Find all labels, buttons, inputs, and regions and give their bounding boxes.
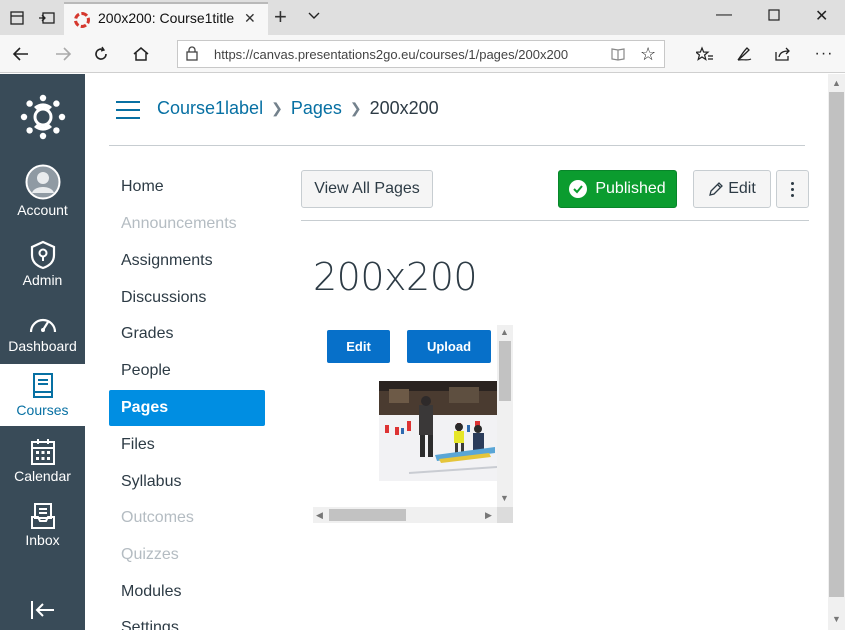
page-scroll-up-arrow-icon[interactable]: ▲: [832, 78, 841, 88]
course-nav-people[interactable]: People: [109, 353, 265, 389]
course-nav-files[interactable]: Files: [109, 427, 265, 463]
global-nav-admin[interactable]: Admin: [0, 234, 85, 292]
header-divider: [109, 145, 805, 146]
course-nav-home[interactable]: Home: [109, 169, 265, 205]
home-icon[interactable]: [130, 43, 152, 65]
scroll-right-arrow-icon[interactable]: ▶: [485, 510, 492, 521]
pen-notes-icon[interactable]: [733, 43, 755, 65]
course-nav-outcomes[interactable]: Outcomes: [109, 500, 265, 536]
set-tabs-aside-icon[interactable]: [36, 7, 58, 29]
global-nav-courses[interactable]: Courses: [0, 364, 85, 426]
tab-actions-icon[interactable]: [6, 7, 28, 29]
page-scroll-down-arrow-icon[interactable]: ▼: [832, 614, 841, 624]
chevron-right-icon: ❯: [349, 100, 362, 116]
scroll-left-arrow-icon[interactable]: ◀: [316, 510, 323, 521]
canvas-favicon-icon: [74, 12, 90, 28]
course-nav-discussions[interactable]: Discussions: [109, 280, 265, 316]
browser-navbar: https://canvas.presentations2go.eu/cours…: [0, 35, 845, 73]
page-scroll-thumb[interactable]: [829, 92, 844, 597]
embed-horizontal-scrollbar[interactable]: ◀ ▶: [313, 507, 497, 523]
embed-horizontal-scroll-thumb[interactable]: [329, 509, 406, 521]
favorites-list-icon[interactable]: [694, 43, 716, 65]
global-nav-dashboard[interactable]: Dashboard: [0, 300, 85, 358]
course-nav-modules[interactable]: Modules: [109, 574, 265, 610]
user-avatar-icon: [0, 164, 85, 200]
global-nav-inbox[interactable]: Inbox: [0, 494, 85, 552]
tab-title: 200x200: Course1title: [98, 10, 235, 26]
forward-arrow-icon[interactable]: [52, 43, 74, 65]
global-nav-label: Dashboard: [8, 338, 77, 354]
global-nav-label: Admin: [22, 272, 63, 288]
embedded-media-frame[interactable]: Edit Upload ▲ ▼ ◀ ▶: [313, 325, 513, 523]
dashboard-gauge-icon: [0, 300, 85, 336]
page-vertical-scrollbar[interactable]: ▲ ▼: [828, 74, 845, 630]
course-menu-toggle-icon[interactable]: [116, 101, 140, 119]
breadcrumb: Course1label ❯ Pages ❯ 200x200: [157, 98, 439, 119]
check-circle-icon: [569, 180, 588, 198]
new-tab-icon[interactable]: +: [274, 4, 287, 30]
close-window-icon[interactable]: ✕: [815, 6, 828, 26]
back-arrow-icon[interactable]: [10, 43, 32, 65]
lock-icon: [186, 46, 198, 66]
breadcrumb-course[interactable]: Course1label: [157, 98, 263, 118]
calendar-icon: [0, 430, 85, 466]
global-nav-label: Inbox: [25, 532, 60, 548]
view-all-pages-button[interactable]: View All Pages: [301, 170, 433, 208]
embed-edit-button[interactable]: Edit: [327, 330, 390, 363]
canvas-logo-icon[interactable]: [20, 94, 66, 140]
maximize-icon[interactable]: [768, 6, 780, 26]
global-nav-calendar[interactable]: Calendar: [0, 430, 85, 488]
scrollbar-corner: [497, 507, 513, 523]
browser-tab-active[interactable]: 200x200: Course1title ✕: [64, 2, 268, 35]
course-nav-pages[interactable]: Pages: [109, 390, 265, 426]
chevron-right-icon: ❯: [271, 100, 283, 116]
course-nav-assignments[interactable]: Assignments: [109, 243, 265, 279]
global-nav-label: Account: [17, 202, 68, 218]
pencil-icon: [708, 181, 724, 197]
refresh-icon[interactable]: [90, 43, 112, 65]
book-icon: [0, 364, 85, 400]
published-button[interactable]: Published: [558, 170, 677, 208]
edit-page-button[interactable]: Edit: [693, 170, 771, 208]
scroll-up-arrow-icon[interactable]: ▲: [500, 327, 509, 337]
reading-view-icon[interactable]: [610, 46, 626, 67]
share-icon[interactable]: [772, 43, 794, 65]
toolbar-divider: [301, 220, 809, 221]
tab-close-icon[interactable]: ✕: [244, 10, 256, 27]
course-nav-settings[interactable]: Settings: [109, 610, 265, 630]
page-title: 200x200: [313, 255, 478, 299]
course-nav-announcements[interactable]: Announcements: [109, 206, 265, 242]
minimize-icon[interactable]: —: [716, 6, 732, 24]
edit-label: Edit: [728, 180, 756, 197]
embed-vertical-scrollbar[interactable]: ▲ ▼: [497, 325, 513, 507]
course-nav-quizzes[interactable]: Quizzes: [109, 537, 265, 573]
course-nav-grades[interactable]: Grades: [109, 316, 265, 352]
global-nav-label: Courses: [16, 402, 69, 418]
global-nav-label: Calendar: [14, 468, 71, 484]
vertical-dots-icon: [791, 181, 794, 197]
admin-shield-icon: [0, 234, 85, 270]
embed-upload-button[interactable]: Upload: [407, 330, 491, 363]
inbox-icon: [0, 494, 85, 530]
url-text: https://canvas.presentations2go.eu/cours…: [214, 47, 569, 62]
address-bar[interactable]: https://canvas.presentations2go.eu/cours…: [177, 40, 665, 68]
breadcrumb-pages[interactable]: Pages: [291, 98, 342, 118]
thumbnail-image: [379, 381, 498, 481]
global-nav-account[interactable]: Account: [0, 164, 85, 226]
more-actions-button[interactable]: [776, 170, 809, 208]
global-navigation: Account Admin Dashboard Courses Calendar…: [0, 74, 85, 630]
browser-titlebar: 200x200: Course1title ✕ + — ✕: [0, 0, 845, 35]
favorite-star-icon[interactable]: ☆: [640, 44, 656, 65]
chevron-down-icon[interactable]: [306, 7, 322, 28]
published-label: Published: [595, 180, 666, 197]
scroll-down-arrow-icon[interactable]: ▼: [500, 493, 509, 503]
course-nav-syllabus[interactable]: Syllabus: [109, 464, 265, 500]
breadcrumb-current: 200x200: [369, 98, 439, 118]
collapse-nav-icon[interactable]: [30, 599, 56, 626]
embed-vertical-scroll-thumb[interactable]: [499, 341, 511, 401]
more-options-icon[interactable]: ···: [813, 43, 835, 65]
